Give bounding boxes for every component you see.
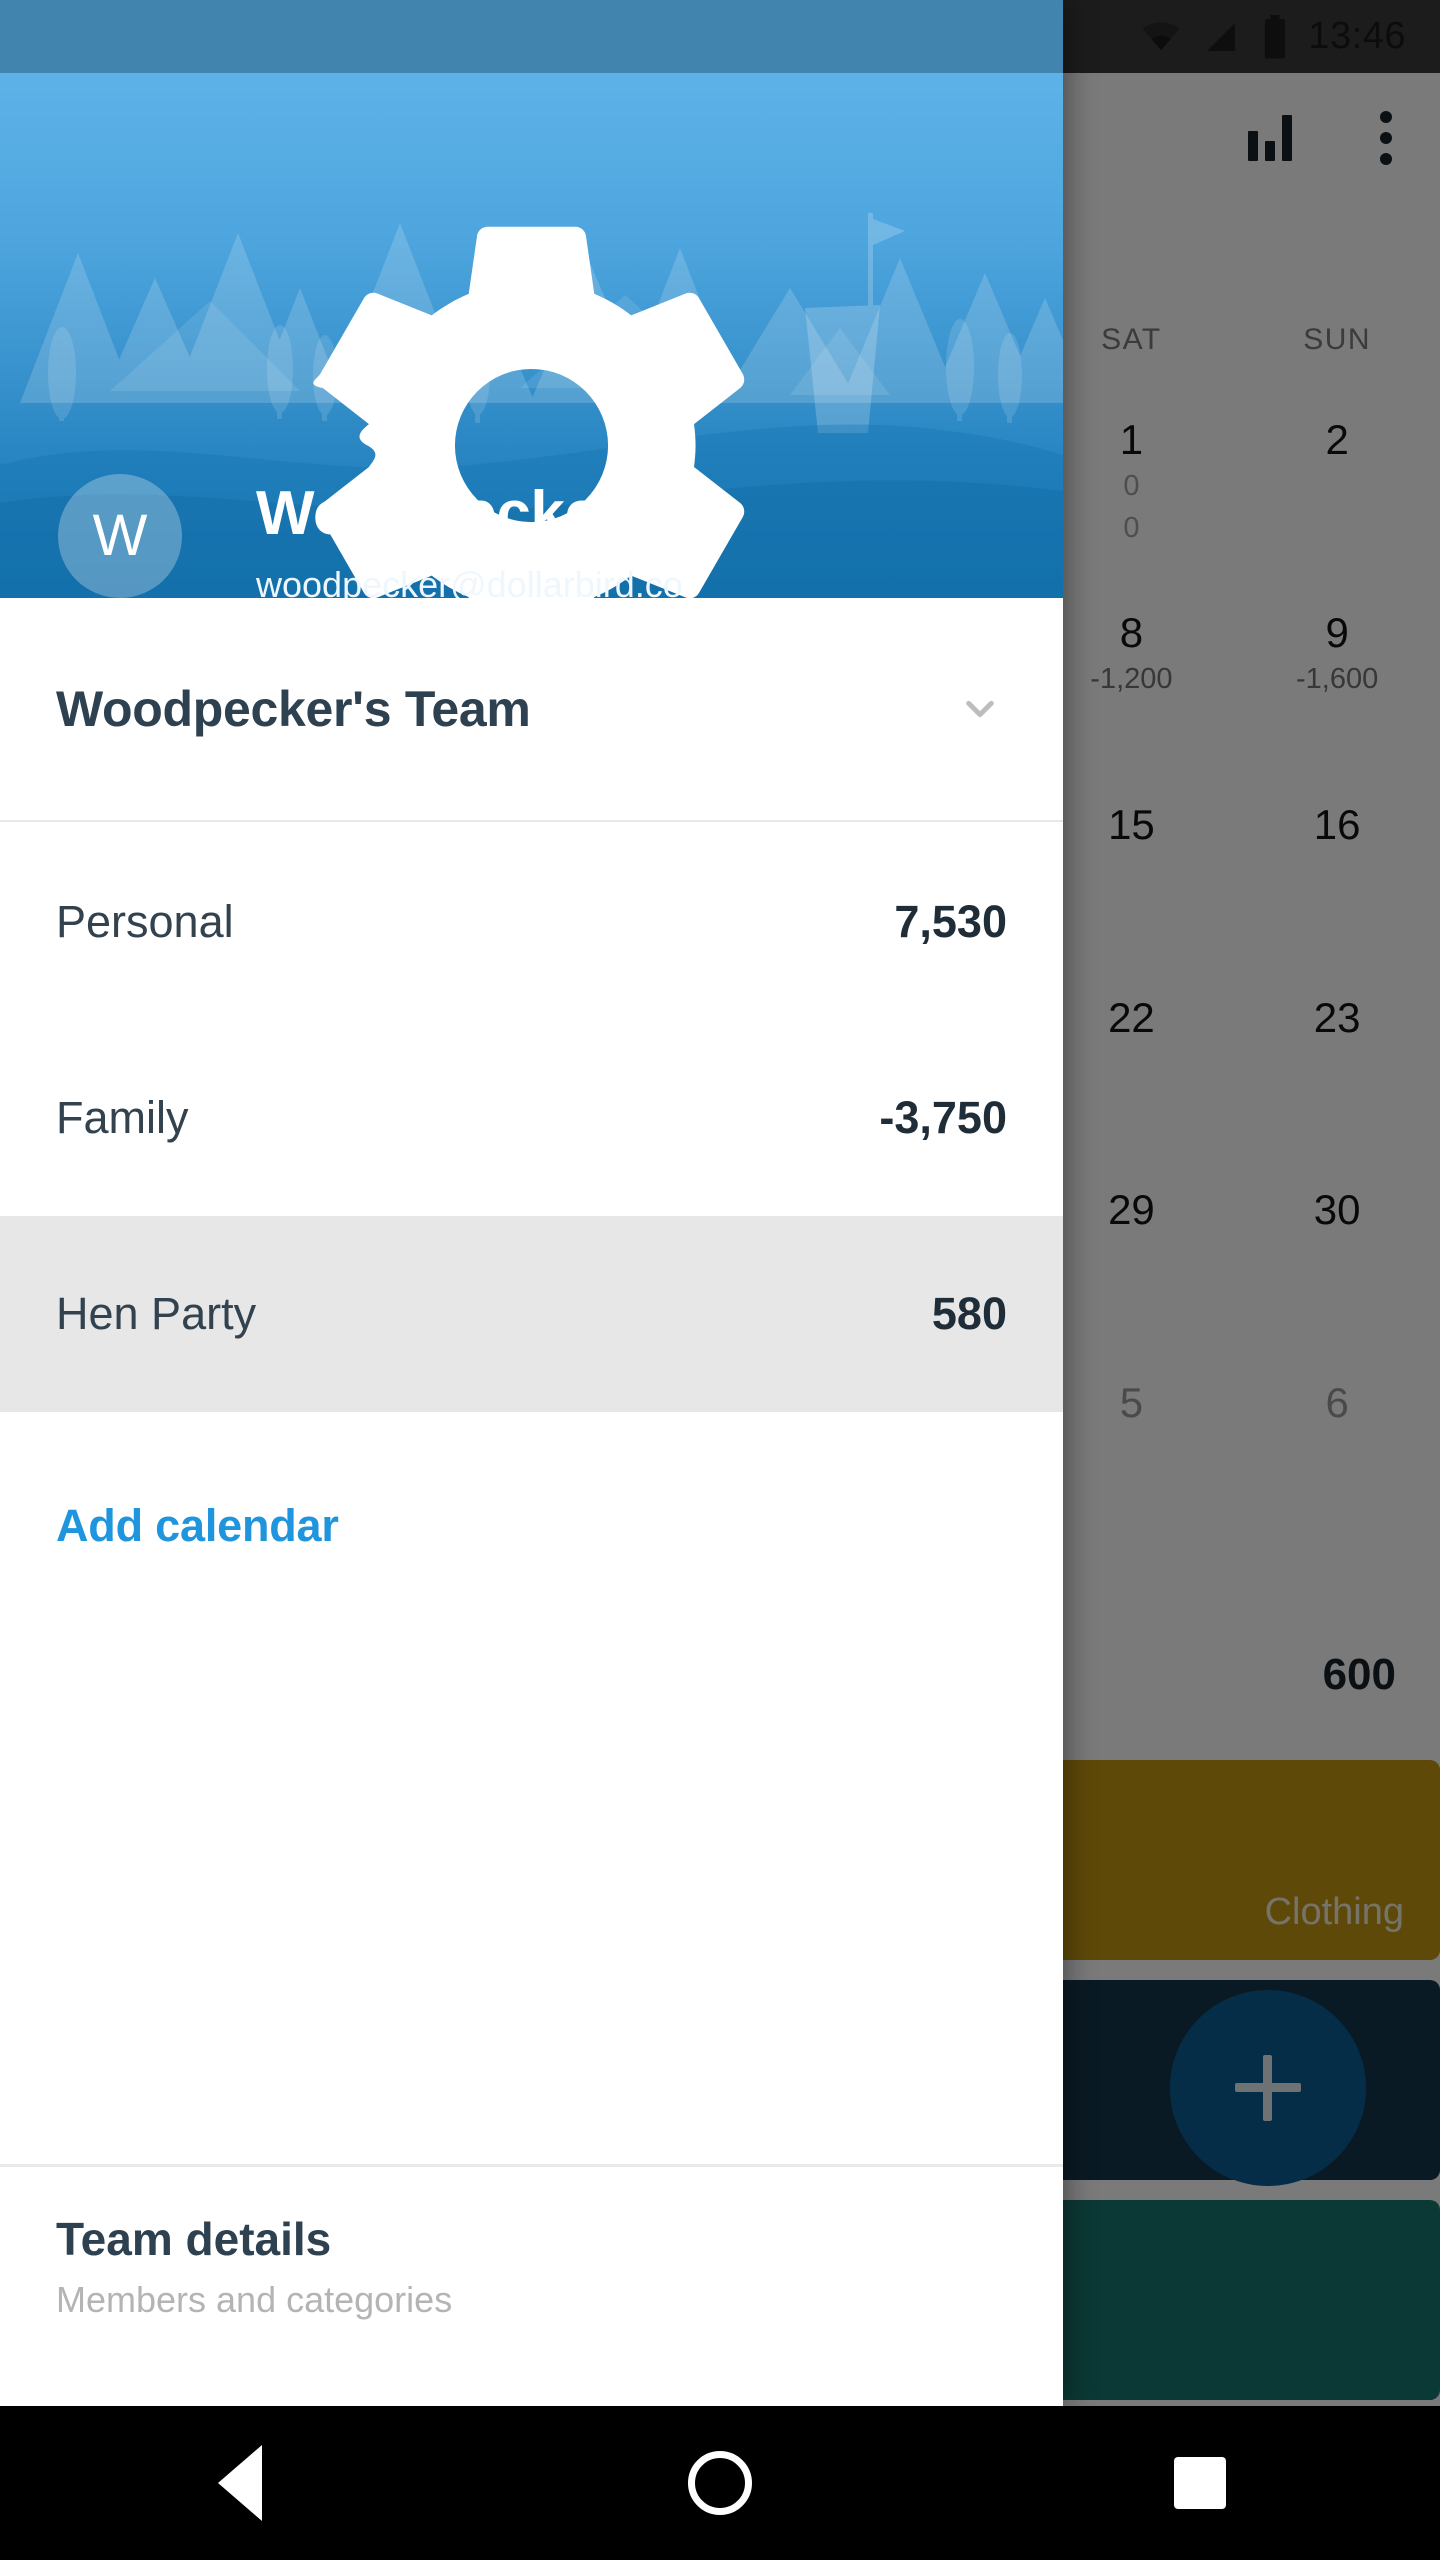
- avatar-initial: W: [92, 503, 148, 568]
- phone-screen: 13:46 MONTUEWEDTHUFRISATSUN 1002345678-1…: [0, 0, 1440, 2560]
- calendar-item-balance: 7,530: [894, 896, 1007, 947]
- calendar-list-item[interactable]: Family -3,750: [0, 1020, 1063, 1216]
- team-details-title: Team details: [56, 2213, 332, 2265]
- account-email: woodpecker@dollarbird.co: [256, 564, 683, 599]
- calendar-item-name: Family: [56, 1092, 189, 1143]
- nav-back-button[interactable]: [165, 2406, 315, 2560]
- nav-home-button[interactable]: [645, 2406, 795, 2560]
- android-navigation-bar: [0, 2406, 1440, 2560]
- circle-home-icon: [688, 2451, 752, 2515]
- square-recents-icon: [1174, 2457, 1226, 2509]
- calendar-list-item[interactable]: Hen Party 580: [0, 1216, 1063, 1412]
- chevron-down-icon[interactable]: [953, 682, 1007, 736]
- team-selector[interactable]: Woodpecker's Team: [0, 598, 1063, 822]
- calendar-item-balance: 580: [931, 1288, 1007, 1339]
- drawer-header: W Woodpecker woodpecker@dollarbird.co: [0, 73, 1063, 598]
- nav-recents-button[interactable]: [1125, 2406, 1275, 2560]
- navigation-drawer: W Woodpecker woodpecker@dollarbird.co Wo…: [0, 0, 1063, 2406]
- calendar-list-item[interactable]: Personal 7,530: [0, 824, 1063, 1020]
- avatar[interactable]: W: [58, 474, 182, 598]
- triangle-back-icon: [218, 2445, 262, 2521]
- drawer-status-bar-overlay: [0, 0, 1063, 73]
- calendar-item-name: Hen Party: [56, 1288, 257, 1339]
- account-name: Woodpecker: [256, 479, 622, 548]
- calendar-list: Personal 7,530 Family -3,750 Hen Party 580: [0, 824, 1063, 1412]
- team-name: Woodpecker's Team: [56, 681, 531, 737]
- calendar-item-balance: -3,750: [879, 1092, 1007, 1143]
- team-details-item[interactable]: Team details Members and categories: [56, 2215, 452, 2319]
- calendar-item-name: Personal: [56, 896, 234, 947]
- add-calendar-button[interactable]: Add calendar: [56, 1500, 339, 1552]
- drawer-divider: [0, 2164, 1063, 2167]
- team-details-subtitle: Members and categories: [56, 2279, 453, 2321]
